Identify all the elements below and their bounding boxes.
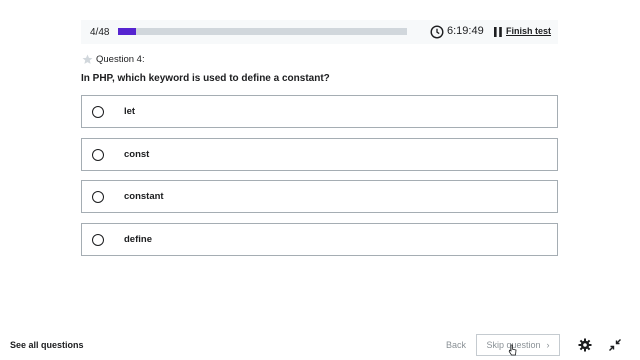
radio-button[interactable] (92, 190, 104, 203)
finish-test-link[interactable]: Finish test (506, 26, 551, 36)
option-label: define (124, 234, 152, 245)
answer-option[interactable]: let (81, 95, 558, 128)
pause-icon[interactable] (493, 26, 503, 38)
radio-button[interactable] (92, 148, 104, 161)
radio-button[interactable] (92, 233, 104, 246)
question-text: In PHP, which keyword is used to define … (81, 73, 330, 84)
chevron-right-icon: › (546, 340, 550, 350)
gear-icon[interactable] (578, 338, 592, 352)
collapse-icon[interactable] (608, 338, 622, 352)
option-label: constant (124, 191, 164, 202)
timer: 6:19:49 (447, 25, 484, 37)
answer-option[interactable]: define (81, 223, 558, 256)
progress-track (118, 28, 407, 35)
see-all-questions-link[interactable]: See all questions (10, 340, 84, 350)
question-number: Question 4: (96, 54, 145, 65)
answer-option[interactable]: const (81, 138, 558, 171)
option-label: let (124, 106, 136, 117)
back-button[interactable]: Back (446, 340, 466, 350)
radio-button[interactable] (92, 105, 104, 118)
option-label: const (124, 149, 150, 160)
test-progress-bar: 4/48 6:19:49 Finish test (81, 20, 558, 44)
clock-icon (430, 25, 444, 39)
skip-question-button[interactable]: Skip question › (476, 334, 560, 356)
question-header: Question 4: (82, 54, 145, 65)
progress-count: 4/48 (90, 26, 110, 38)
mouse-cursor-icon (508, 344, 517, 356)
answer-option[interactable]: constant (81, 180, 558, 213)
star-icon[interactable] (82, 54, 93, 65)
progress-fill (118, 28, 137, 35)
